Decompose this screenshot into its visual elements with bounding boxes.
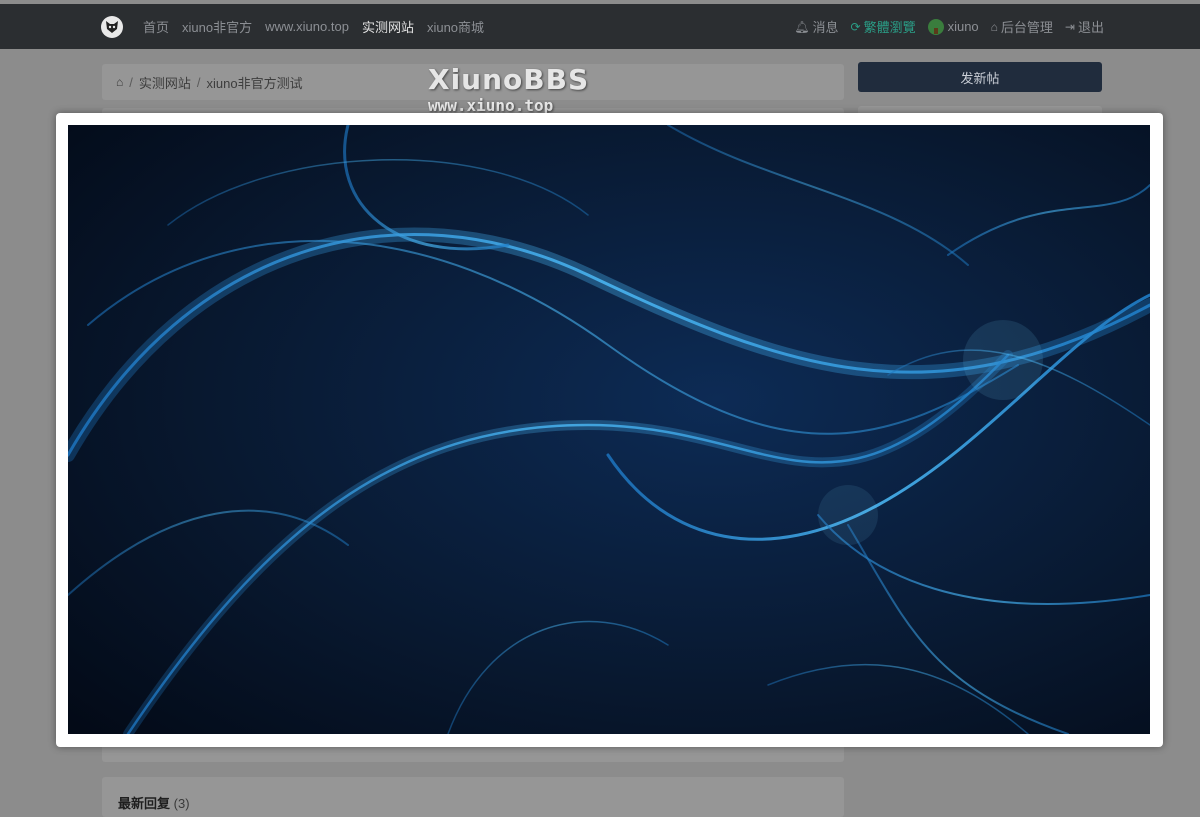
- messages-link[interactable]: 🔔︎ 消息: [794, 17, 838, 36]
- nav-xiuno-unofficial[interactable]: xiuno非官方: [182, 17, 252, 36]
- breadcrumb-forum[interactable]: 实测网站: [139, 73, 191, 92]
- replies-title-text: 最新回复: [118, 796, 171, 811]
- home-icon[interactable]: ⌂: [116, 75, 123, 89]
- nav-xiuno-top[interactable]: www.xiuno.top: [265, 19, 349, 34]
- messages-label: 消息: [812, 20, 839, 35]
- replies-count: (3): [173, 796, 190, 811]
- refresh-icon: ⟳: [850, 19, 861, 34]
- logout-label: 退出: [1077, 20, 1104, 35]
- top-navbar: 首页 xiuno非官方 www.xiuno.top 实测网站 xiuno商城 🔔…: [0, 4, 1200, 49]
- nav-home[interactable]: 首页: [143, 17, 169, 36]
- nav-test-site[interactable]: 实测网站: [362, 17, 414, 36]
- new-post-button[interactable]: 发新帖: [858, 62, 1102, 92]
- home-icon: ⌂: [990, 19, 998, 34]
- admin-link[interactable]: ⌂ 后台管理: [991, 17, 1053, 36]
- logout-link[interactable]: ⇥ 退出: [1065, 17, 1104, 36]
- watermark-title: XiunoBBS: [428, 63, 590, 96]
- nav-right: 🔔︎ 消息 ⟳ 繁體瀏覽 xiuno ⌂ 后台管理 ⇥ 退出: [782, 4, 1104, 49]
- nav-xiuno-shop[interactable]: xiuno商城: [427, 17, 484, 36]
- breadcrumb-separator: /: [196, 74, 201, 90]
- abstract-blue-wave-image: [68, 125, 1150, 734]
- logo-icon: [106, 21, 118, 33]
- replies-card: [102, 777, 844, 817]
- lightbox-image: [68, 125, 1150, 734]
- admin-label: 后台管理: [1000, 20, 1053, 35]
- image-lightbox[interactable]: [56, 113, 1163, 747]
- traditional-chinese-link[interactable]: ⟳ 繁體瀏覽: [851, 17, 916, 36]
- breadcrumb-thread[interactable]: xiuno非官方测试: [207, 73, 303, 92]
- user-link[interactable]: xiuno: [927, 18, 979, 35]
- bell-icon: 🔔︎: [794, 19, 810, 34]
- user-label: xiuno: [947, 19, 979, 34]
- traditional-label: 繁體瀏覽: [863, 20, 916, 35]
- avatar: [927, 18, 944, 35]
- breadcrumb-separator: /: [129, 74, 133, 90]
- nav-left: 首页 xiuno非官方 www.xiuno.top 实测网站 xiuno商城: [143, 4, 497, 49]
- logout-icon: ⇥: [1064, 19, 1075, 34]
- logo[interactable]: [101, 16, 123, 38]
